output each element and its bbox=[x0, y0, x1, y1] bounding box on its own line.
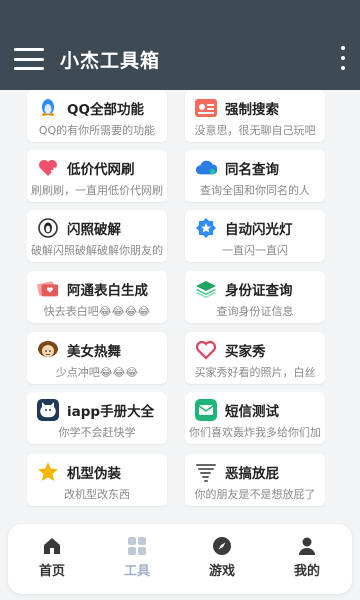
tool-name: 买家秀 bbox=[225, 344, 266, 360]
tool-name: 闪照破解 bbox=[67, 222, 121, 238]
tool-name: 恶搞放屁 bbox=[225, 466, 279, 482]
tool-name: 强制搜索 bbox=[225, 102, 279, 118]
tab-games[interactable]: 游戏 bbox=[192, 536, 252, 586]
tool-desc: 改机型改东西 bbox=[64, 488, 130, 501]
tool-card-fart-prank[interactable]: 恶搞放屁 你的朋友是不是想放屁了 bbox=[185, 454, 325, 506]
tool-name: 身份证查询 bbox=[225, 283, 293, 299]
tool-name: 自动闪光灯 bbox=[225, 222, 293, 238]
compass-icon bbox=[213, 537, 231, 555]
tool-grid: QQ全部功能 QQ的有你所需要的功能 强制搜索 没意思，很无聊自己玩吧 低价代网… bbox=[27, 90, 325, 508]
tool-desc: 少点冲吧😂😂😂 bbox=[55, 366, 139, 379]
menu-icon[interactable] bbox=[14, 48, 44, 70]
penguin-icon bbox=[37, 97, 59, 119]
tool-name: 同名查询 bbox=[225, 162, 279, 178]
tool-desc: 一直闪一直闪 bbox=[222, 244, 288, 257]
tool-card-dance[interactable]: 美女热舞 少点冲吧😂😂😂 bbox=[27, 332, 167, 384]
tool-desc: 查询全国和你同名的人 bbox=[200, 184, 310, 197]
tab-profile[interactable]: 我的 bbox=[277, 536, 337, 586]
love-letter-icon bbox=[37, 278, 59, 300]
tab-label: 工具 bbox=[123, 564, 150, 579]
user-icon bbox=[299, 537, 315, 555]
tool-card-same-name[interactable]: 同名查询 查询全国和你同名的人 bbox=[185, 150, 325, 202]
tool-card-iapp-manual[interactable]: iapp手册大全 你学不会赶快学 bbox=[27, 392, 167, 444]
tool-desc: 买家秀好看的照片，白丝 bbox=[194, 366, 316, 379]
tab-label: 首页 bbox=[38, 564, 65, 579]
tool-card-buyer-show[interactable]: 买家秀 买家秀好看的照片，白丝 bbox=[185, 332, 325, 384]
tool-desc: 你学不会赶快学 bbox=[58, 426, 136, 439]
girl-icon bbox=[37, 339, 59, 361]
tool-card-sms-test[interactable]: 短信测试 你们喜欢轰炸我多给你们加 bbox=[185, 392, 325, 444]
tool-card-cheap-brush[interactable]: 低价代网刷 刷刷刷，一直用低价代网刷 bbox=[27, 150, 167, 202]
tool-card-model-disguise[interactable]: 机型伪装 改机型改东西 bbox=[27, 454, 167, 506]
cloud-icon bbox=[195, 157, 217, 179]
tool-desc: 破解闪照破解破解你朋友的 bbox=[31, 244, 163, 257]
tab-label: 我的 bbox=[293, 564, 320, 579]
app-title: 小杰工具箱 bbox=[60, 50, 161, 72]
tool-desc: 快去表白吧😂😂😂😂 bbox=[43, 305, 151, 318]
tool-name: 机型伪装 bbox=[67, 466, 121, 482]
tool-card-qq[interactable]: QQ全部功能 QQ的有你所需要的功能 bbox=[27, 90, 167, 142]
tool-desc: 刷刷刷，一直用低价代网刷 bbox=[31, 184, 163, 197]
tool-name: 美女热舞 bbox=[67, 344, 121, 360]
tool-card-force-search[interactable]: 强制搜索 没意思，很无聊自己玩吧 bbox=[185, 90, 325, 142]
bottom-tab-bar: 首页 工具 游戏 我的 bbox=[8, 524, 352, 594]
tool-card-auto-flash[interactable]: 自动闪光灯 一直闪一直闪 bbox=[185, 210, 325, 262]
tool-card-confession[interactable]: 阿通表白生成 快去表白吧😂😂😂😂 bbox=[27, 271, 167, 323]
heart-plus-icon bbox=[37, 157, 59, 179]
grid-icon bbox=[128, 537, 146, 555]
tool-name: QQ全部功能 bbox=[67, 102, 144, 118]
message-icon bbox=[195, 399, 217, 421]
tool-name: 短信测试 bbox=[225, 404, 279, 420]
tab-label: 游戏 bbox=[208, 564, 235, 579]
tool-name: 低价代网刷 bbox=[67, 162, 135, 178]
tool-desc: 查询身份证信息 bbox=[216, 305, 294, 318]
star-badge-icon bbox=[195, 217, 217, 239]
tornado-icon bbox=[195, 461, 217, 483]
star-icon bbox=[37, 461, 59, 483]
tool-name: 阿通表白生成 bbox=[67, 283, 148, 299]
tab-tools[interactable]: 工具 bbox=[107, 536, 167, 586]
id-card-icon bbox=[195, 97, 217, 119]
tool-desc: QQ的有你所需要的功能 bbox=[38, 124, 156, 137]
home-icon bbox=[44, 538, 60, 554]
cat-icon bbox=[37, 399, 59, 421]
tool-desc: 没意思，很无聊自己玩吧 bbox=[194, 124, 316, 137]
tool-card-flash-photo[interactable]: 闪照破解 破解闪照破解破解你朋友的 bbox=[27, 210, 167, 262]
tool-desc: 你们喜欢轰炸我多给你们加 bbox=[189, 426, 321, 439]
penguin-circle-icon bbox=[37, 217, 59, 239]
tool-desc: 你的朋友是不是想放屁了 bbox=[194, 488, 316, 501]
app-bar: 小杰工具箱 bbox=[0, 0, 360, 90]
heart-outline-icon bbox=[195, 339, 217, 361]
tool-name: iapp手册大全 bbox=[67, 404, 155, 420]
tab-home[interactable]: 首页 bbox=[22, 536, 82, 586]
layers-icon bbox=[195, 278, 217, 300]
tool-card-id-query[interactable]: 身份证查询 查询身份证信息 bbox=[185, 271, 325, 323]
more-options-icon[interactable] bbox=[338, 46, 348, 70]
